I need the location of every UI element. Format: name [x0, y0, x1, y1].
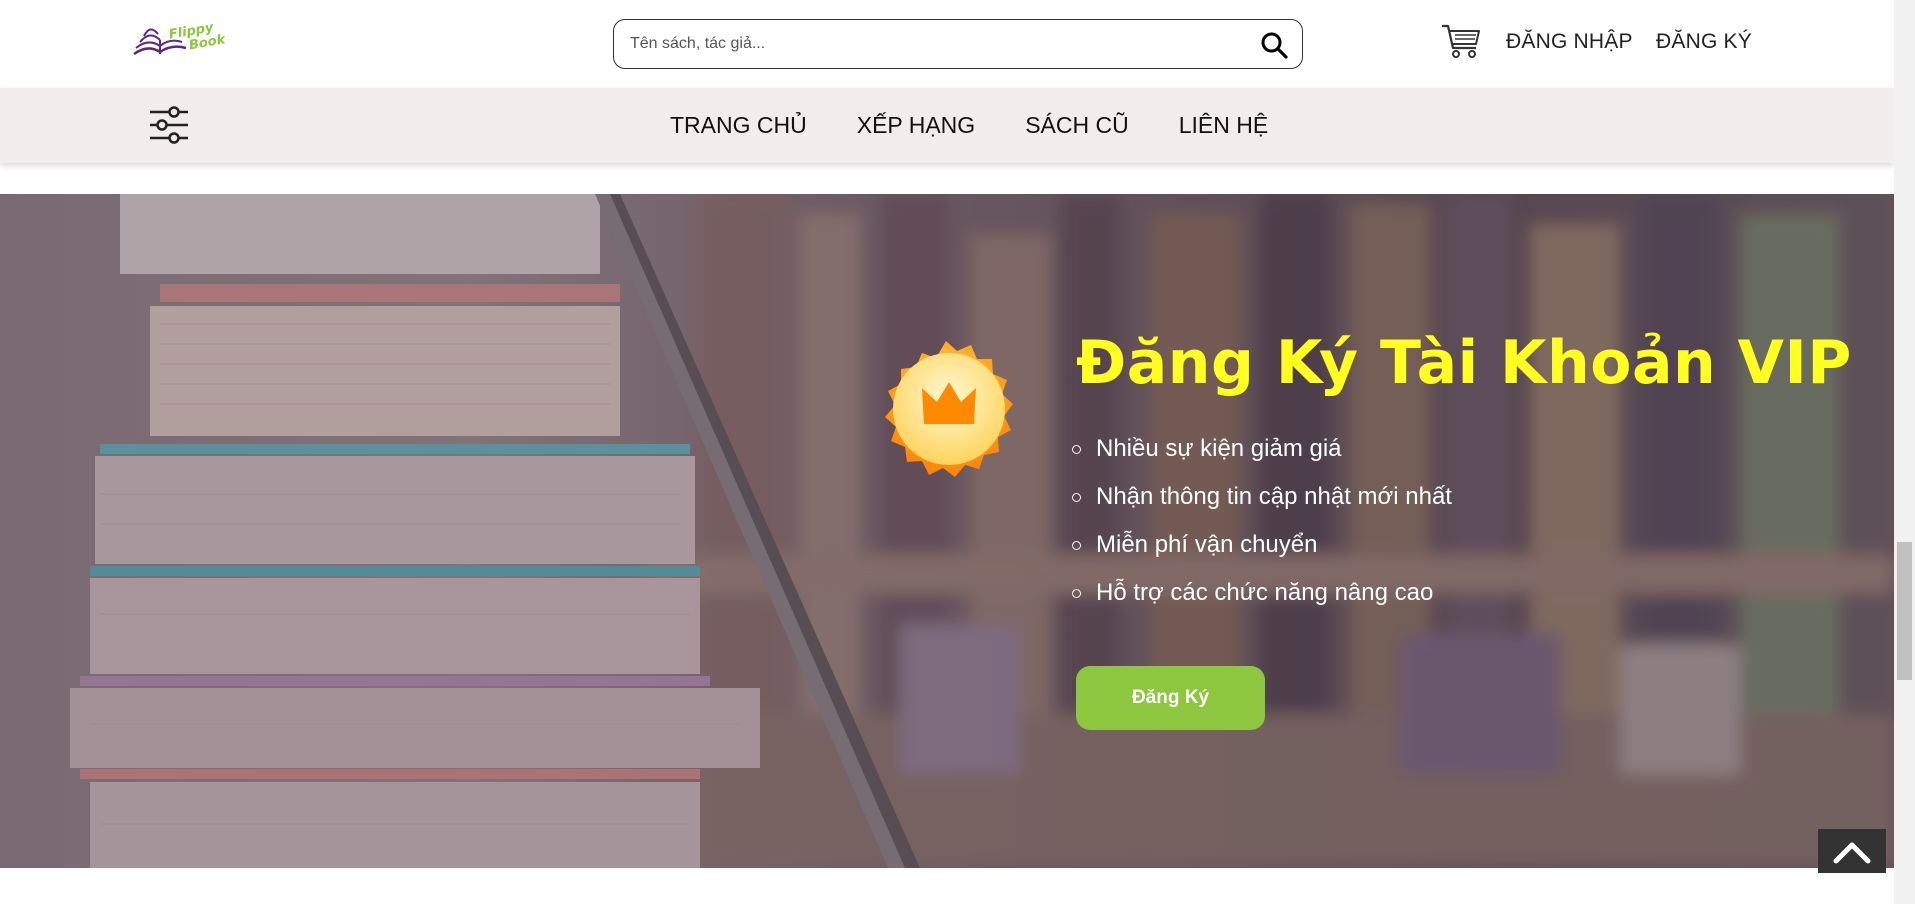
search-input[interactable] [630, 20, 1230, 67]
chevron-up-icon [1833, 842, 1871, 864]
search-icon[interactable] [1260, 31, 1288, 59]
list-item: Nhiều sự kiện giảm giá [1072, 434, 1452, 482]
list-item: Hỗ trợ các chức năng nâng cao [1072, 578, 1452, 626]
nav-item-ranking[interactable]: XẾP HẠNG [857, 112, 975, 139]
login-link[interactable]: ĐĂNG NHẬP [1506, 30, 1633, 54]
banner-overlay [0, 194, 1894, 868]
flippy-book-logo[interactable]: Flippy Book [130, 18, 234, 68]
nav-item-contact[interactable]: LIÊN HỆ [1179, 112, 1268, 139]
nav-item-home[interactable]: TRANG CHỦ [670, 112, 807, 139]
filter-menu-icon[interactable] [148, 104, 190, 146]
vip-register-button[interactable]: Đăng Ký [1076, 666, 1265, 730]
vip-banner: Đăng Ký Tài Khoản VIP Nhiều sự kiện giảm… [0, 194, 1894, 868]
scrollbar-thumb[interactable] [1897, 542, 1912, 680]
list-item: Nhận thông tin cập nhật mới nhất [1072, 482, 1452, 530]
back-to-top-button[interactable] [1818, 829, 1886, 873]
crown-medal-icon [885, 341, 1013, 477]
main-navbar: TRANG CHỦ XẾP HẠNG SÁCH CŨ LIÊN HỆ [0, 88, 1894, 163]
nav-item-used-books[interactable]: SÁCH CŨ [1025, 112, 1129, 139]
nav-menu: TRANG CHỦ XẾP HẠNG SÁCH CŨ LIÊN HỆ [670, 112, 1318, 139]
page-scrollbar[interactable] [1894, 0, 1915, 904]
cart-icon[interactable] [1440, 20, 1482, 62]
vip-features-list: Nhiều sự kiện giảm giá Nhận thông tin cậ… [1072, 434, 1452, 626]
register-link[interactable]: ĐĂNG KÝ [1656, 30, 1752, 54]
top-header: Flippy Book ĐĂNG NHẬP ĐĂNG KÝ [0, 0, 1894, 88]
vip-title: Đăng Ký Tài Khoản VIP [1076, 328, 1852, 398]
search-box [613, 19, 1303, 69]
list-item: Miễn phí vận chuyển [1072, 530, 1452, 578]
